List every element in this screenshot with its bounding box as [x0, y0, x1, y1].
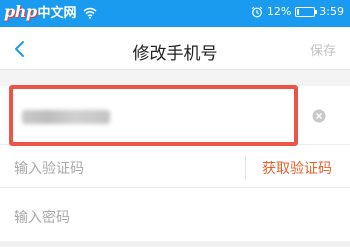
- save-button[interactable]: 保存: [310, 40, 336, 59]
- wifi-icon: [83, 7, 97, 19]
- get-code-button[interactable]: 获取验证码: [262, 158, 332, 178]
- phone-number-field[interactable]: [22, 110, 110, 124]
- verification-code-row[interactable]: 输入验证码 获取验证码: [0, 144, 350, 187]
- password-row[interactable]: 输入密码: [0, 187, 350, 241]
- site-name-text: 中文网: [37, 6, 77, 21]
- section-gap: [0, 70, 350, 86]
- battery-icon: [295, 6, 318, 17]
- battery-percent: 12%: [266, 5, 292, 18]
- password-input[interactable]: 输入密码: [14, 207, 70, 227]
- alarm-clock-icon: [251, 6, 263, 17]
- nav-bar: 修改手机号 保存: [0, 27, 350, 70]
- status-bar: php 中文网 12% 3:59: [0, 0, 350, 27]
- status-left: php 中文网: [4, 2, 97, 21]
- verification-code-input[interactable]: 输入验证码: [14, 158, 84, 178]
- clear-circle-icon[interactable]: [312, 109, 326, 123]
- bottom-strip: [0, 241, 350, 247]
- status-time: 3:59: [319, 5, 344, 18]
- php-logo: php: [4, 2, 37, 21]
- status-right: 12% 3:59: [247, 5, 344, 18]
- battery-level: [297, 8, 300, 15]
- battery-tip: [315, 9, 318, 14]
- change-phone-form: 输入验证码 获取验证码 输入密码: [0, 86, 350, 241]
- page-title: 修改手机号: [132, 44, 218, 64]
- vertical-divider: [245, 155, 246, 179]
- phone-row[interactable]: [0, 86, 350, 144]
